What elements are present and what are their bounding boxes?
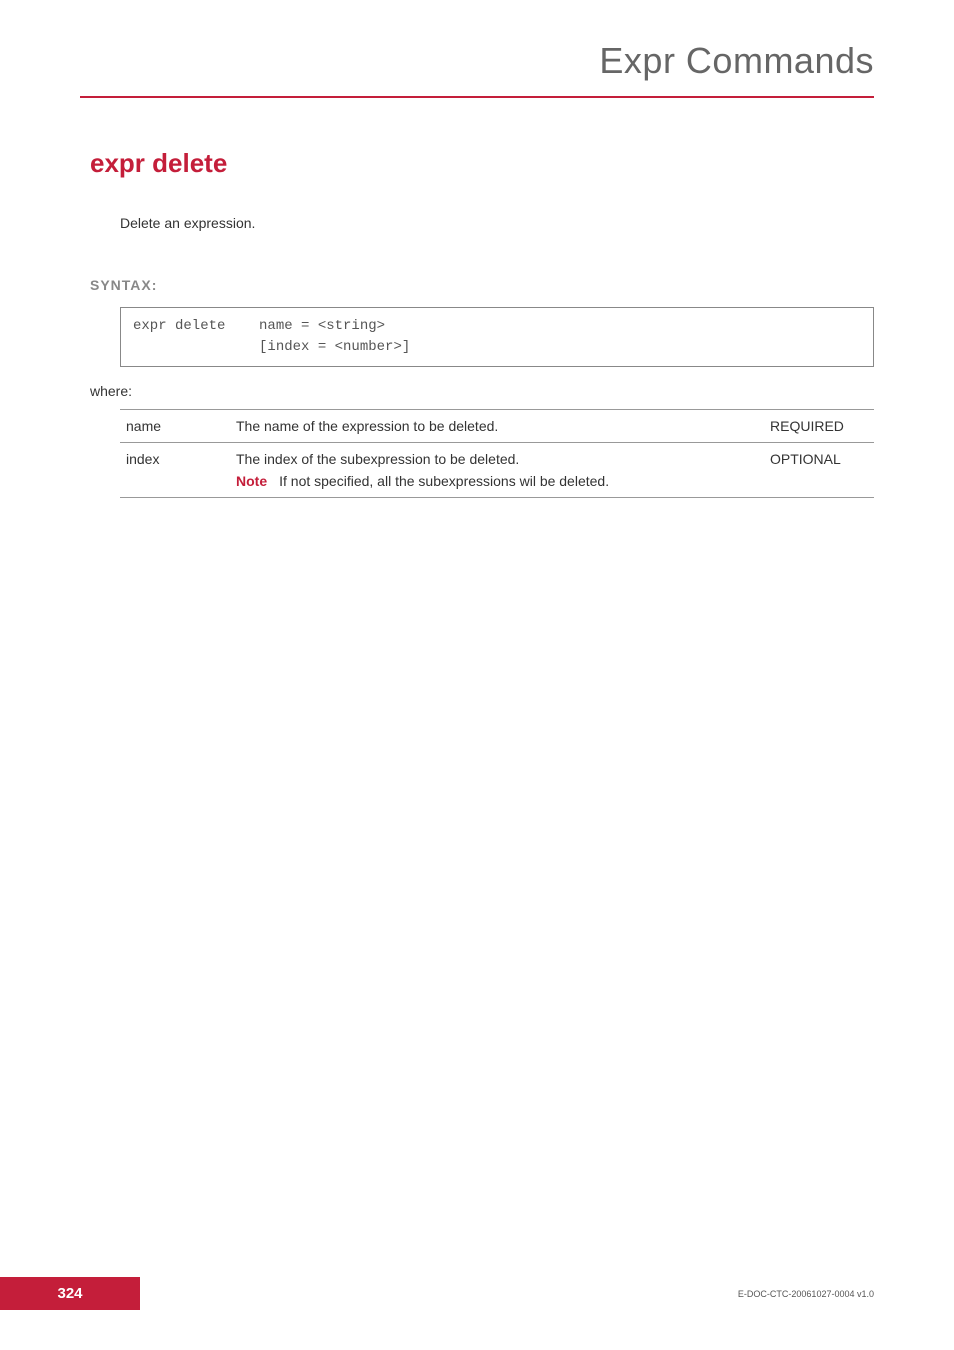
page-number-tab: 324 [0, 1277, 140, 1310]
note-text: If not specified, all the subexpressions… [279, 473, 609, 489]
param-req-cell: REQUIRED [764, 410, 874, 443]
param-desc-cell: The name of the expression to be deleted… [230, 410, 764, 443]
header-region: Expr Commands [0, 0, 954, 82]
param-desc-text: The index of the subexpression to be del… [236, 451, 519, 467]
footer-row: 324 E-DOC-CTC-20061027-0004 v1.0 [0, 1277, 954, 1310]
param-desc-cell: The index of the subexpression to be del… [230, 443, 764, 498]
parameters-table: name The name of the expression to be de… [120, 409, 874, 498]
syntax-label: SYNTAX: [90, 277, 874, 293]
section-description: Delete an expression. [120, 215, 874, 231]
syntax-code-box: expr delete name = <string> [index = <nu… [120, 307, 874, 367]
footer-region: 324 E-DOC-CTC-20061027-0004 v1.0 [0, 1277, 954, 1310]
table-row: index The index of the subexpression to … [120, 443, 874, 498]
param-name-cell: name [120, 410, 230, 443]
note-label: Note [236, 473, 279, 489]
section-title: expr delete [90, 148, 874, 179]
param-req-cell: OPTIONAL [764, 443, 874, 498]
table-row: name The name of the expression to be de… [120, 410, 874, 443]
where-label: where: [90, 383, 874, 399]
content-region: expr delete Delete an expression. SYNTAX… [0, 98, 954, 498]
doc-id-text: E-DOC-CTC-20061027-0004 v1.0 [738, 1289, 954, 1299]
page-title: Expr Commands [80, 40, 874, 82]
param-name-cell: index [120, 443, 230, 498]
param-note-row: Note If not specified, all the subexpres… [236, 473, 758, 489]
